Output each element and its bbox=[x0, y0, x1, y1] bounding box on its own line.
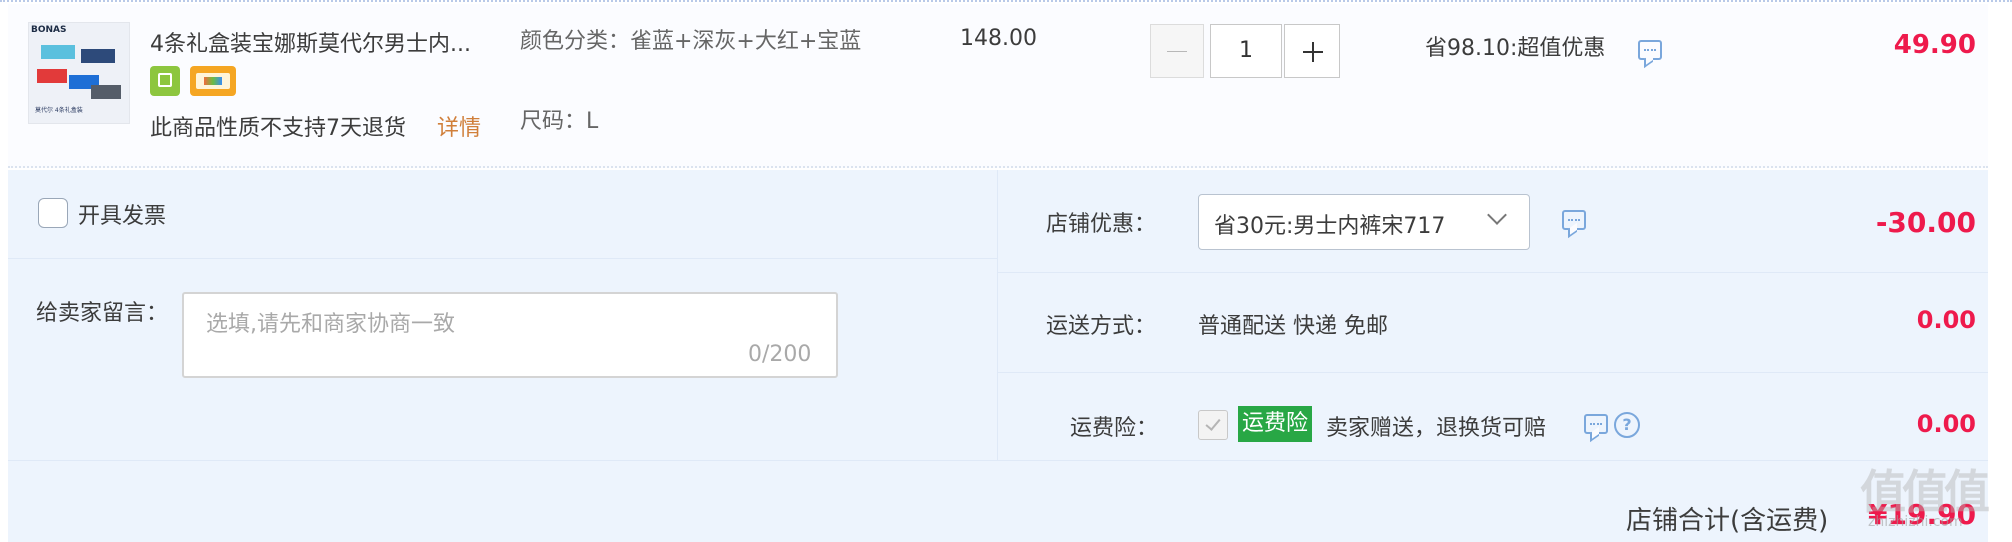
shipping-method-value: 普通配送 快递 免邮 bbox=[1198, 314, 1388, 339]
shop-coupon-amount: -30.00 bbox=[1875, 206, 1976, 239]
product-thumbnail[interactable]: BONAS 莫代尔 4条礼盒装 bbox=[28, 22, 130, 124]
item-discount-text: 省98.10:超值优惠 bbox=[1425, 36, 1606, 61]
product-title[interactable]: 4条礼盒装宝娜斯莫代尔男士内... bbox=[150, 26, 500, 58]
quantity-increase-button[interactable] bbox=[1284, 24, 1340, 78]
row-divider bbox=[8, 258, 997, 259]
site-watermark: 值值值 bbox=[1860, 465, 1990, 519]
shop-total-label: 店铺合计(含运费) bbox=[1626, 506, 1829, 536]
unit-price: 148.00 bbox=[960, 26, 1037, 51]
no-return-notice: 此商品性质不支持7天退货 bbox=[150, 116, 406, 141]
row-divider bbox=[998, 372, 1988, 373]
thumbnail-product-shape bbox=[37, 69, 67, 83]
thumbnail-product-shape bbox=[81, 49, 115, 63]
shipping-insurance-label: 运费险： bbox=[1070, 416, 1159, 441]
invoice-checkbox[interactable] bbox=[38, 198, 68, 228]
seller-message-counter: 0/200 bbox=[748, 342, 812, 367]
thumbnail-caption: 莫代尔 4条礼盒装 bbox=[35, 107, 83, 114]
row-divider bbox=[8, 460, 1988, 461]
item-subtotal: 49.90 bbox=[1893, 30, 1976, 60]
shipping-insurance-tag: 运费险 bbox=[1238, 406, 1313, 442]
site-watermark-url: zhizhizhi.com bbox=[1868, 514, 1963, 530]
chat-icon[interactable] bbox=[1584, 414, 1608, 434]
shipping-insurance-amount: 0.00 bbox=[1916, 410, 1976, 438]
thumbnail-product-shape bbox=[41, 45, 75, 59]
size-property: 尺码：L bbox=[520, 109, 599, 134]
shop-coupon-selected-value: 省30元:男士内裤宋717 bbox=[1214, 214, 1446, 239]
shipping-fee-amount: 0.00 bbox=[1916, 306, 1976, 334]
column-divider bbox=[997, 170, 998, 460]
no-return-detail-link[interactable]: 详情 bbox=[437, 110, 481, 142]
help-icon[interactable]: ? bbox=[1614, 412, 1640, 438]
chat-icon[interactable] bbox=[1562, 210, 1586, 230]
invoice-label[interactable]: 开具发票 bbox=[78, 198, 166, 230]
chat-icon[interactable] bbox=[1638, 40, 1662, 60]
shipping-insurance-text: 卖家赠送，退换货可赔 bbox=[1326, 416, 1547, 441]
color-property: 颜色分类：雀蓝+深灰+大红+宝蓝 bbox=[520, 29, 862, 54]
row-divider bbox=[998, 272, 1988, 273]
shop-coupon-label: 店铺优惠： bbox=[1046, 212, 1157, 237]
service-badge-icon bbox=[150, 66, 180, 96]
shipping-method-label: 运送方式： bbox=[1046, 314, 1157, 339]
seller-message-placeholder: 选填,请先和商家协商一致 bbox=[206, 312, 455, 337]
thumbnail-product-shape bbox=[91, 85, 121, 99]
card-payment-badge-icon bbox=[190, 66, 236, 96]
quantity-decrease-button[interactable] bbox=[1150, 24, 1204, 78]
quantity-input[interactable]: 1 bbox=[1210, 24, 1282, 78]
top-divider bbox=[0, 0, 2012, 2]
shipping-insurance-checkbox bbox=[1198, 410, 1228, 440]
seller-message-label: 给卖家留言： bbox=[36, 301, 169, 326]
thumbnail-brand-logo: BONAS bbox=[31, 25, 67, 35]
